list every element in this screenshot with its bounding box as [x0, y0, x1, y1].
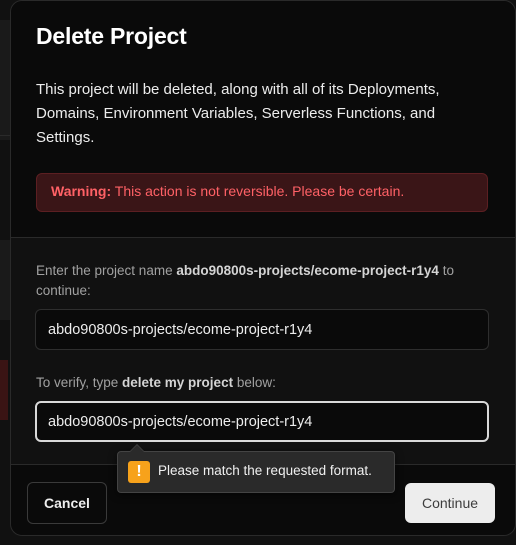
prompt-text: below: [233, 375, 276, 390]
warning-banner: Warning: This action is not reversible. … [36, 173, 488, 212]
prompt-text: To verify, type [36, 375, 123, 390]
verify-phrase-highlight: delete my project [122, 375, 234, 390]
background-danger-block [0, 360, 8, 420]
warning-text: This action is not reversible. Please be… [111, 183, 405, 199]
validation-tooltip: ! Please match the requested format. [117, 444, 395, 493]
verify-prompt: To verify, type delete my project below: [36, 373, 276, 393]
cancel-button[interactable]: Cancel [27, 482, 107, 524]
prompt-text: Enter the project name [36, 263, 177, 278]
validation-message: Please match the requested format. [158, 463, 372, 478]
warning-icon: ! [128, 461, 150, 483]
warning-label: Warning: [51, 183, 112, 199]
project-name-highlight: abdo90800s-projects/ecome-project-r1y4 [176, 263, 439, 278]
project-name-input[interactable] [35, 309, 489, 350]
dialog-title: Delete Project [36, 23, 187, 49]
verify-input[interactable] [35, 401, 489, 442]
continue-button[interactable]: Continue [405, 483, 495, 523]
tooltip-arrow [129, 444, 145, 452]
dialog-description: This project will be deleted, along with… [36, 81, 440, 146]
project-name-prompt: Enter the project name abdo90800s-projec… [36, 261, 486, 301]
